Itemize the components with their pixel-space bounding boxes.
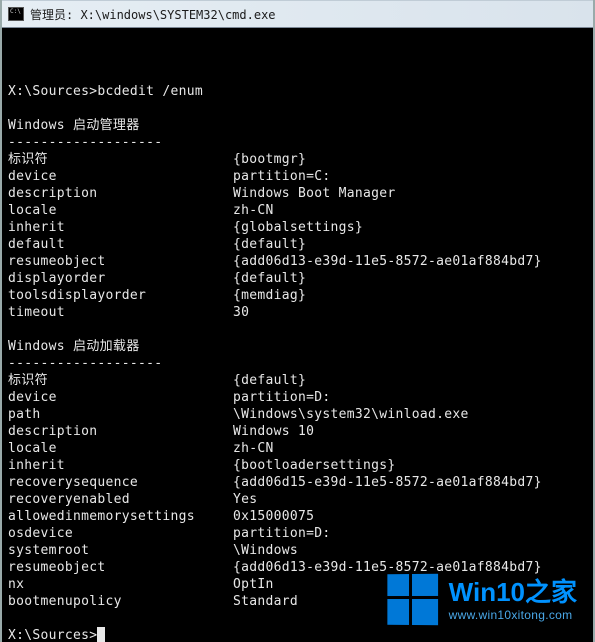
terminal-line: bootmenupolicyStandard [8,593,587,610]
terminal-line: ------------------- [8,355,587,372]
terminal-line: ------------------- [8,134,587,151]
terminal-line [8,321,587,338]
terminal-line: localezh-CN [8,440,587,457]
terminal-line: resumeobject{add06d13-e39d-11e5-8572-ae0… [8,253,587,270]
terminal-line: recoveryenabledYes [8,491,587,508]
terminal-line: systemroot\Windows [8,542,587,559]
terminal-line: displayorder{default} [8,270,587,287]
terminal-line: Windows 启动加载器 [8,338,587,355]
terminal-output[interactable]: X:\Sources>bcdedit /enum Windows 启动管理器--… [2,28,593,642]
terminal-line: nxOptIn [8,576,587,593]
terminal-line: 标识符{bootmgr} [8,151,587,168]
terminal-line: devicepartition=D: [8,389,587,406]
terminal-line: inherit{bootloadersettings} [8,457,587,474]
terminal-line: timeout30 [8,304,587,321]
terminal-line: Windows 启动管理器 [8,117,587,134]
terminal-line: inherit{globalsettings} [8,219,587,236]
terminal-line: X:\Sources> [8,627,587,642]
terminal-line: devicepartition=C: [8,168,587,185]
window-titlebar[interactable]: 管理员: X:\windows\SYSTEM32\cmd.exe [2,0,593,28]
window-title: 管理员: X:\windows\SYSTEM32\cmd.exe [30,6,276,23]
terminal-line: resumeobject{add06d13-e39d-11e5-8572-ae0… [8,559,587,576]
terminal-line [8,100,587,117]
terminal-line: descriptionWindows 10 [8,423,587,440]
terminal-line: recoverysequence{add06d15-e39d-11e5-8572… [8,474,587,491]
terminal-line: localezh-CN [8,202,587,219]
terminal-line [8,610,587,627]
cmd-icon [8,7,24,21]
terminal-line: toolsdisplayorder{memdiag} [8,287,587,304]
terminal-line: descriptionWindows Boot Manager [8,185,587,202]
terminal-line: X:\Sources>bcdedit /enum [8,83,587,100]
terminal-line: default{default} [8,236,587,253]
terminal-line: allowedinmemorysettings0x15000075 [8,508,587,525]
terminal-line: path\Windows\system32\winload.exe [8,406,587,423]
terminal-line: osdevicepartition=D: [8,525,587,542]
terminal-line [8,66,587,83]
terminal-line: 标识符{default} [8,372,587,389]
